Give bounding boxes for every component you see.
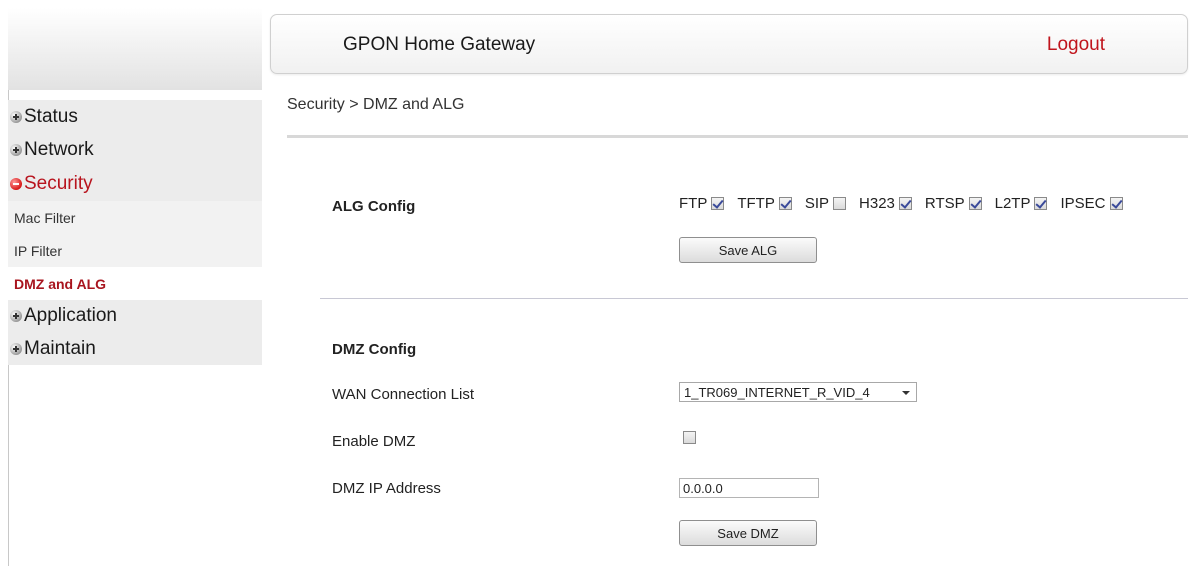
checkbox-icon[interactable] [833,197,847,210]
alg-option-label: RTSP [924,195,965,212]
checkbox-icon[interactable] [1109,197,1123,210]
plus-circle-icon [10,343,22,355]
enable-dmz-label: Enable DMZ [332,433,416,450]
header-bar: GPON Home Gateway Logout [270,14,1188,74]
alg-option-label: SIP [804,195,830,212]
alg-option-rtsp[interactable]: RTSP [925,195,982,212]
alg-option-sip[interactable]: SIP [804,195,847,212]
minus-circle-icon [10,178,22,190]
checkbox-icon[interactable] [1034,197,1048,210]
plus-circle-icon [10,310,22,322]
enable-dmz-checkbox[interactable] [683,431,696,444]
alg-option-ftp[interactable]: FTP [679,195,725,212]
sidebar-banner [8,8,262,90]
section-divider [320,298,1188,299]
sidebar-subitem-dmz-and-alg[interactable]: DMZ and ALG [8,267,262,300]
sidebar-item-label: Security [24,173,93,194]
alg-config-title: ALG Config [332,198,416,215]
sidebar-item-network[interactable]: Network [8,134,262,166]
sidebar-item-security[interactable]: Security [8,168,262,200]
alg-option-label: H323 [859,195,895,212]
sidebar-item-label: Network [24,139,94,160]
wan-connection-value: 1_TR069_INTERNET_R_VID_4 [684,384,870,400]
sidebar-item-status[interactable]: Status [8,101,262,133]
sidebar-subitem-label: DMZ and ALG [14,275,107,292]
alg-option-ipsec[interactable]: IPSEC [1060,195,1123,212]
checkbox-icon[interactable] [898,197,912,210]
save-dmz-button[interactable]: Save DMZ [679,520,817,546]
sidebar-subitem-ip-filter[interactable]: IP Filter [8,234,262,267]
plus-circle-icon [10,144,22,156]
logout-link[interactable]: Logout [1047,34,1105,56]
wan-connection-label: WAN Connection List [332,386,475,403]
alg-option-tftp[interactable]: TFTP [737,195,792,212]
alg-option-label: FTP [679,195,708,212]
checkbox-icon[interactable] [711,197,725,210]
sidebar-item-maintain[interactable]: Maintain [8,333,262,365]
app-title: GPON Home Gateway [343,34,536,55]
alg-option-label: TFTP [737,195,775,212]
sidebar-item-label: Maintain [24,338,96,359]
sidebar-item-label: Status [24,106,78,127]
dmz-config-title: DMZ Config [332,341,417,358]
sidebar-subitem-label: Mac Filter [14,209,76,226]
checkbox-icon[interactable] [968,197,982,210]
sidebar-item-application[interactable]: Application [8,300,262,332]
wan-connection-select[interactable]: 1_TR069_INTERNET_R_VID_4 [679,382,917,402]
dmz-ip-input[interactable] [679,478,819,498]
alg-option-h323[interactable]: H323 [859,195,912,212]
dmz-ip-label: DMZ IP Address [332,480,441,497]
checkbox-icon[interactable] [778,197,792,210]
header-divider [287,135,1188,138]
plus-circle-icon [10,111,22,123]
sidebar-item-label: Application [24,305,117,326]
sidebar-subitem-mac-filter[interactable]: Mac Filter [8,201,262,234]
alg-option-label: L2TP [994,195,1031,212]
sidebar-subitem-label: IP Filter [14,242,62,259]
sidebar: Status Network Security Mac Filter IP Fi… [8,100,262,365]
alg-option-label: IPSEC [1060,195,1106,212]
alg-option-l2tp[interactable]: L2TP [995,195,1048,212]
chevron-down-icon [902,391,910,395]
save-alg-button[interactable]: Save ALG [679,237,817,263]
breadcrumb: Security > DMZ and ALG [287,96,465,113]
alg-options: FTP TFTP SIP H323 RTSP L2TP IPSEC [679,195,1123,212]
